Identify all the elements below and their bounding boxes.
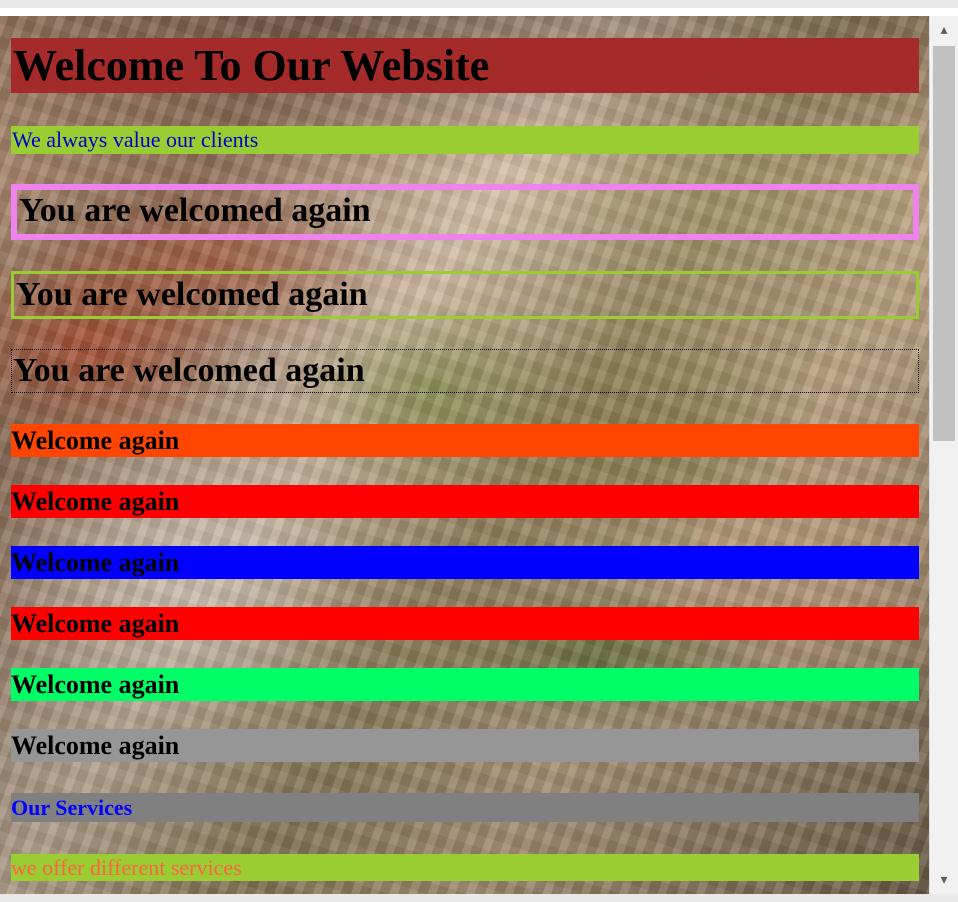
welcome-bar-red: Welcome again (11, 485, 919, 518)
welcome-bar-red-2: Welcome again (11, 607, 919, 640)
welcome-bar-orange: Welcome again (11, 424, 919, 457)
boxed-message-dotted: You are welcomed again (11, 349, 919, 393)
boxed-message-green: You are welcomed again (11, 271, 919, 319)
page-title: Welcome To Our Website (11, 38, 919, 93)
welcome-bar-gray: Welcome again (11, 729, 919, 762)
welcome-bar-green: Welcome again (11, 668, 919, 701)
scrollbar-thumb[interactable] (933, 46, 955, 441)
services-description: we offer different services (11, 854, 919, 881)
chevron-up-icon[interactable]: ▴ (930, 16, 958, 44)
browser-frame: Welcome To Our Website We always value o… (0, 0, 958, 902)
page-subtitle: We always value our clients (11, 126, 919, 154)
frame-bottom-border (0, 894, 958, 902)
chevron-down-icon[interactable]: ▾ (930, 866, 958, 894)
vertical-scrollbar[interactable]: ▴ ▾ (929, 16, 958, 894)
services-heading: Our Services (11, 793, 919, 822)
boxed-message-violet: You are welcomed again (11, 184, 919, 240)
page-viewport: Welcome To Our Website We always value o… (0, 16, 930, 894)
welcome-bar-blue: Welcome again (11, 546, 919, 579)
